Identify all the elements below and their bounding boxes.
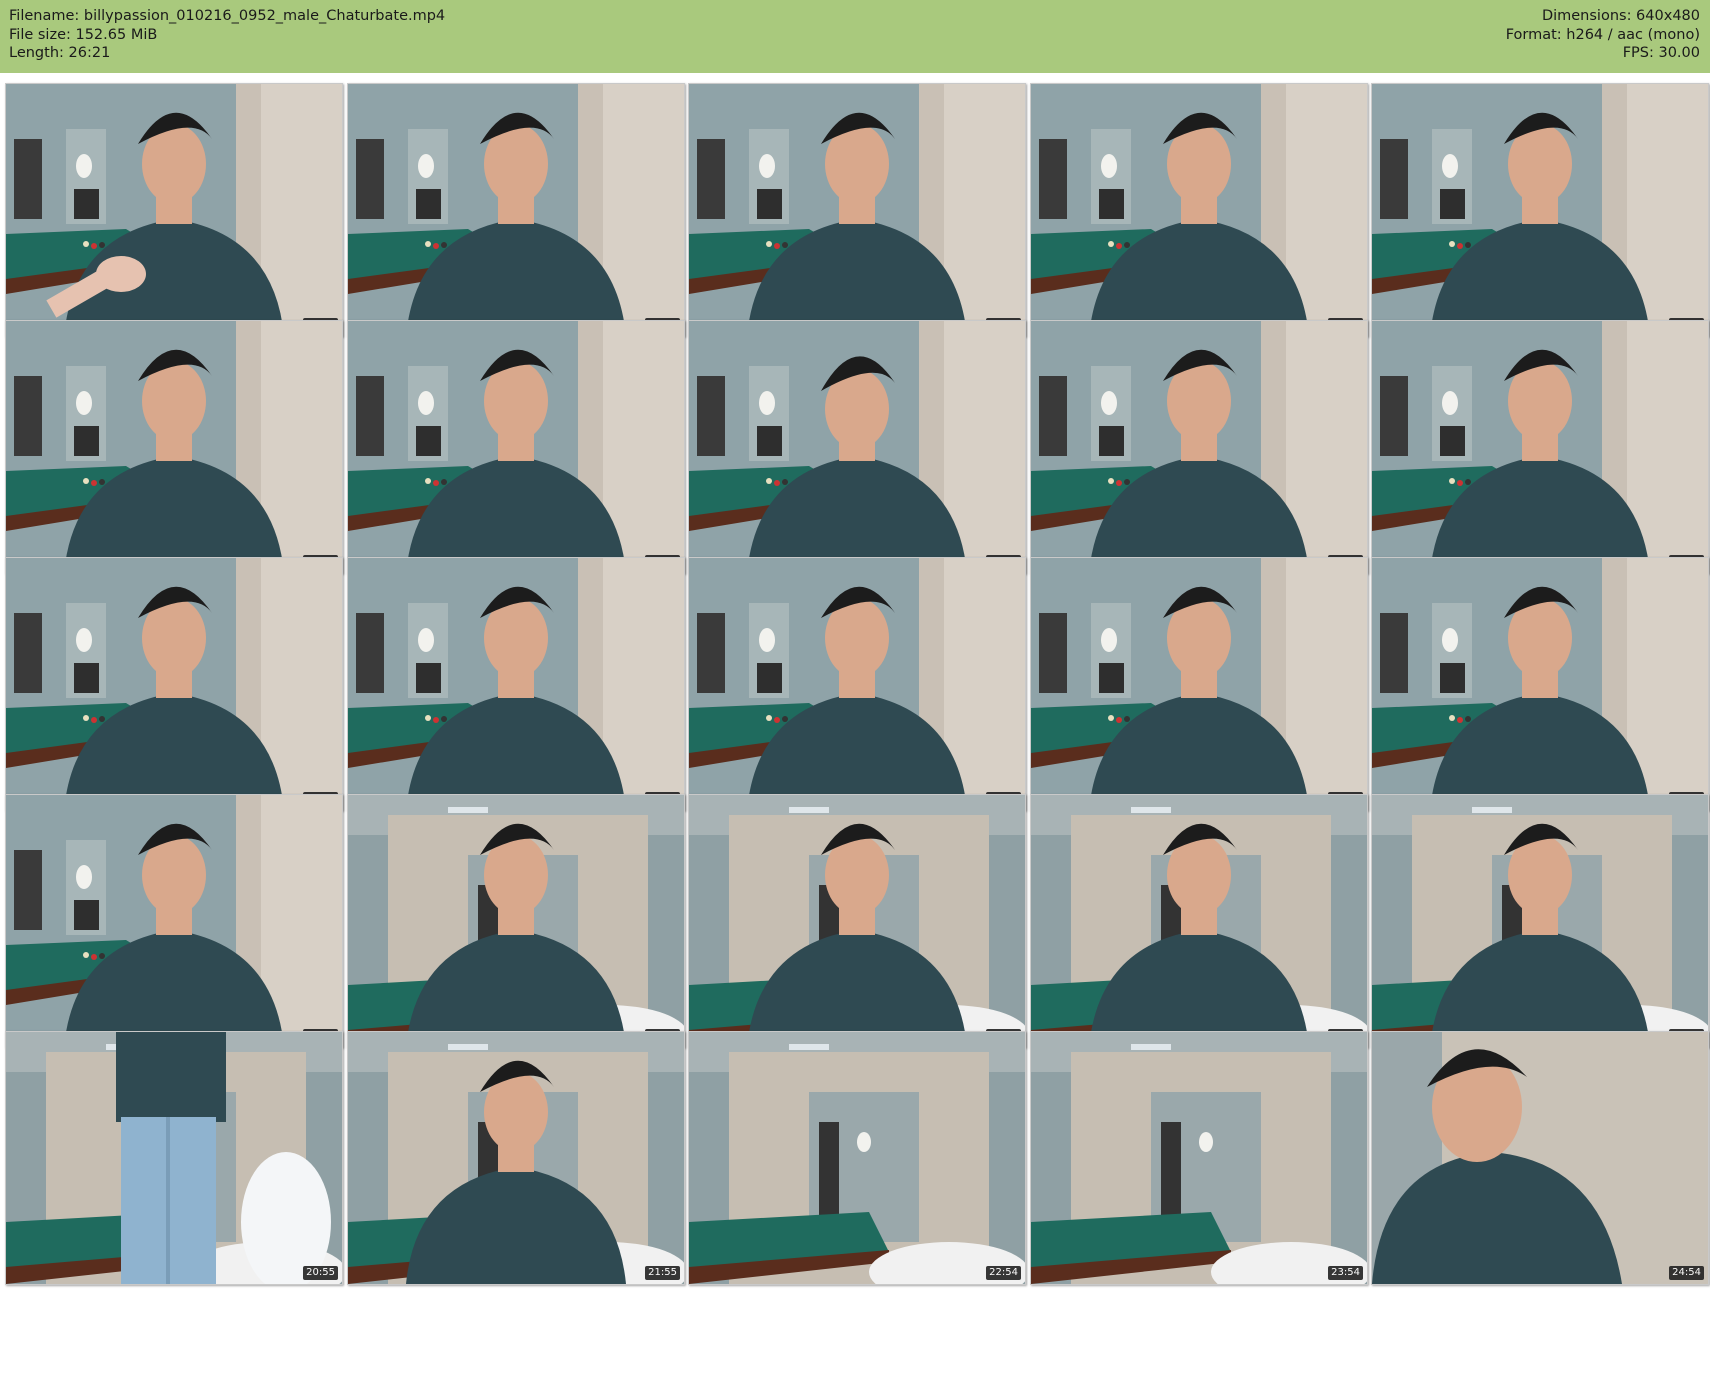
thumbnail-frame: 06:58 (347, 320, 685, 574)
video-frame-image (1031, 84, 1367, 336)
thumbnail-frame: 20:55 (5, 1031, 343, 1285)
timestamp-label: 20:55 (303, 1266, 338, 1280)
video-frame-image (6, 795, 342, 1047)
video-frame-image (1031, 795, 1367, 1047)
video-frame-image (689, 84, 1025, 336)
dimensions-text: Dimensions: 640x480 (1541, 8, 1700, 24)
thumbnail-frame: 17:56 (688, 794, 1026, 1048)
video-frame-image (6, 84, 342, 336)
video-frame-image (1372, 321, 1708, 573)
video-frame-image (1372, 84, 1708, 336)
filename-text: Filename: billypassion_010216_0952_male_… (9, 8, 446, 24)
video-frame-image (1372, 558, 1708, 810)
video-frame-image (6, 1032, 342, 1284)
thumbnail-frame: 05:58 (5, 320, 343, 574)
video-frame-image (348, 795, 684, 1047)
video-frame-image (1372, 795, 1708, 1047)
thumbnail-frame: 12:57 (688, 557, 1026, 811)
thumbnail-frame: 04:58 (1371, 83, 1709, 337)
video-frame-image (689, 795, 1025, 1047)
timestamp-label: 21:55 (645, 1266, 680, 1280)
file-info: Filename: billypassion_010216_0952_male_… (9, 7, 445, 63)
thumbnail-frame: 14:56 (1371, 557, 1709, 811)
video-frame-image (1031, 321, 1367, 573)
video-frame-image (6, 321, 342, 573)
video-frame-image (689, 321, 1025, 573)
video-frame-image (348, 84, 684, 336)
video-frame-image (1372, 1032, 1708, 1284)
video-frame-image (689, 1032, 1025, 1284)
thumbnail-frame: 21:55 (347, 1031, 685, 1285)
thumbnail-frame: 15:56 (5, 794, 343, 1048)
video-frame-image (1031, 1032, 1367, 1284)
filesize-text: File size: 152.65 MiB (9, 26, 158, 43)
video-info: Dimensions: 640x480 Format: h264 / aac (… (1506, 7, 1700, 63)
video-frame-image (348, 1032, 684, 1284)
thumbnail-frame: 16:56 (347, 794, 685, 1048)
thumbnail-frame: 07:58 (688, 320, 1026, 574)
thumbnail-frame: 09:57 (1371, 320, 1709, 574)
thumbnail-grid: 00:5901:5902:5903:5904:58 05:5806:5807:58… (0, 80, 1710, 1373)
thumbnail-frame: 01:59 (347, 83, 685, 337)
thumbnail-frame: 23:54 (1030, 1031, 1368, 1285)
thumbnail-frame: 08:57 (1030, 320, 1368, 574)
video-frame-image (1031, 558, 1367, 810)
timestamp-label: 24:54 (1669, 1266, 1704, 1280)
length-text: Length: 26:21 (9, 45, 111, 61)
thumbnail-frame: 22:54 (688, 1031, 1026, 1285)
video-frame-image (348, 321, 684, 573)
thumbnail-frame: 18:55 (1030, 794, 1368, 1048)
fps-text: FPS: 30.00 (1622, 45, 1700, 61)
thumbnail-frame: 10:57 (5, 557, 343, 811)
thumbnail-frame: 02:59 (688, 83, 1026, 337)
format-text: Format: h264 / aac (mono) (1505, 26, 1700, 43)
timestamp-label: 22:54 (986, 1266, 1021, 1280)
thumbnail-frame: 24:54 (1371, 1031, 1709, 1285)
video-frame-image (689, 558, 1025, 810)
thumbnail-frame: 11:57 (347, 557, 685, 811)
info-header: Filename: billypassion_010216_0952_male_… (0, 0, 1710, 73)
thumbnail-frame: 19:55 (1371, 794, 1709, 1048)
video-frame-image (348, 558, 684, 810)
video-frame-image (6, 558, 342, 810)
thumbnail-frame: 03:59 (1030, 83, 1368, 337)
thumbnail-frame: 13:56 (1030, 557, 1368, 811)
timestamp-label: 23:54 (1328, 1266, 1363, 1280)
thumbnail-frame: 00:59 (5, 83, 343, 337)
